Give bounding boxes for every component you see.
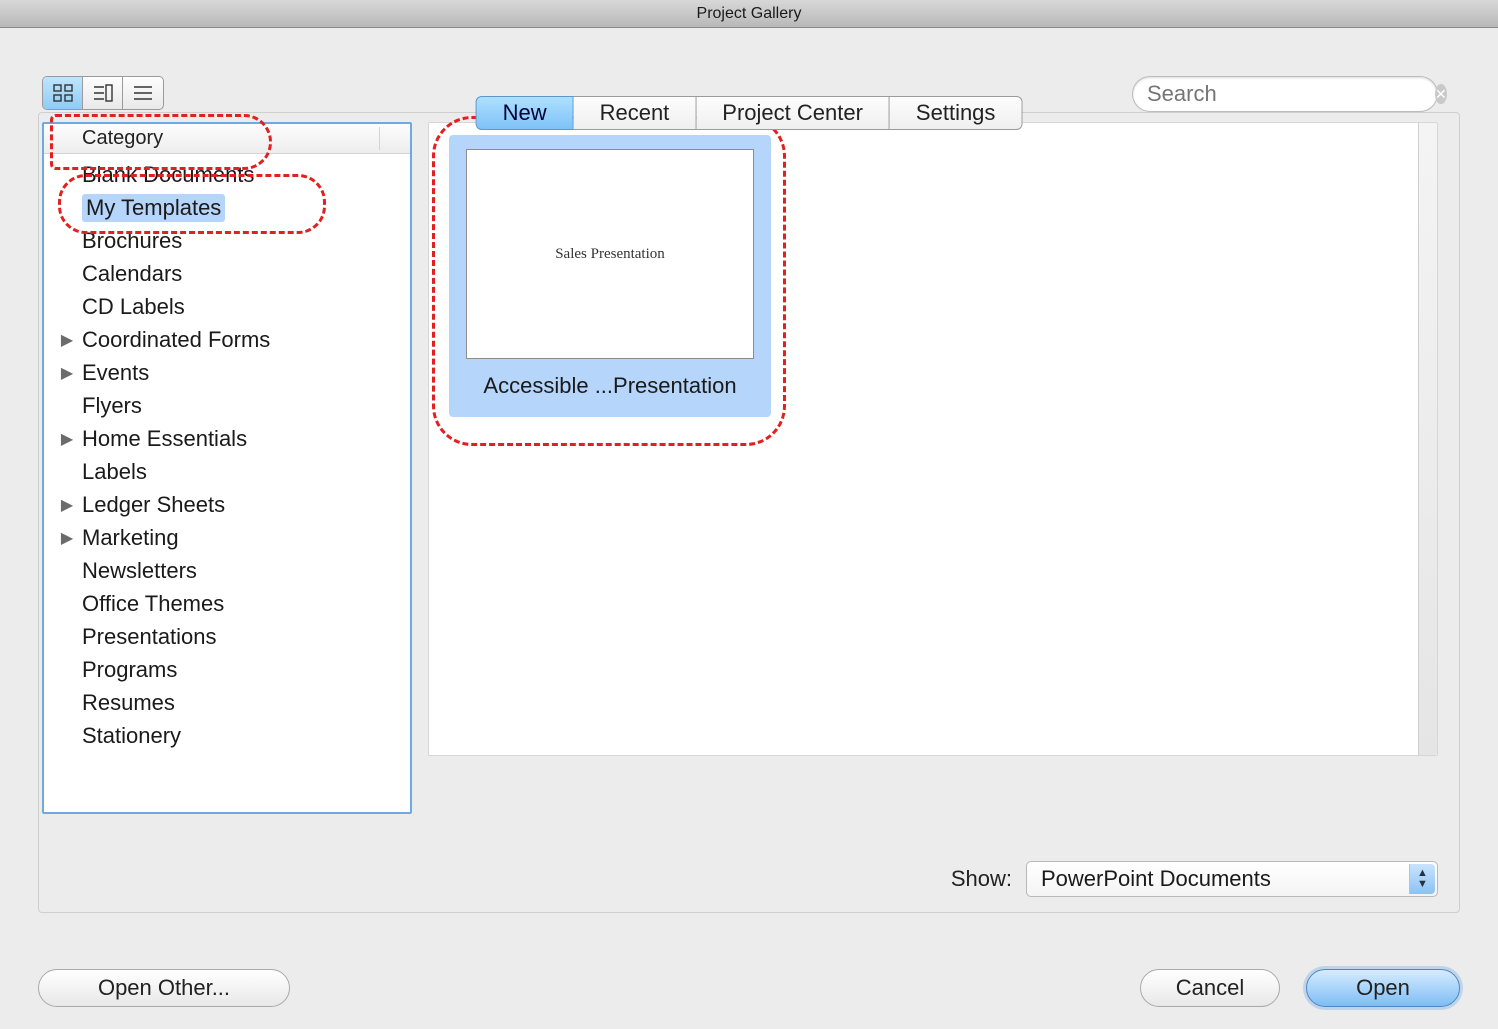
category-item[interactable]: My Templates [44, 191, 410, 224]
disclosure-triangle-icon[interactable]: ▶ [58, 330, 76, 350]
category-item-label: Labels [82, 459, 147, 485]
button-label: Cancel [1176, 975, 1244, 1001]
view-mode-toggle [42, 76, 164, 110]
tab-label: Project Center [722, 100, 863, 125]
category-list: Category Blank Documents My Templates Broc… [42, 122, 412, 814]
view-columns-button[interactable] [83, 77, 123, 109]
tab-recent[interactable]: Recent [574, 96, 697, 130]
tab-new[interactable]: New [476, 96, 574, 130]
category-item-label: Flyers [82, 393, 142, 419]
disclosure-triangle-icon[interactable]: ▶ [58, 495, 76, 515]
template-item[interactable]: Sales Presentation Accessible ...Present… [449, 135, 771, 417]
category-item-label: Resumes [82, 690, 175, 716]
disclosure-triangle-icon[interactable]: ▶ [58, 429, 76, 449]
window-titlebar: Project Gallery [0, 0, 1498, 28]
cancel-button[interactable]: Cancel [1140, 969, 1280, 1007]
category-item[interactable]: Newsletters [44, 554, 410, 587]
category-item[interactable]: Stationery [44, 719, 410, 752]
disclosure-triangle-icon[interactable]: ▶ [58, 363, 76, 383]
dropdown-stepper-icon: ▲▼ [1409, 864, 1435, 894]
template-label: Accessible ...Presentation [483, 373, 736, 399]
template-grid: Sales Presentation Accessible ...Present… [428, 122, 1438, 756]
button-label: Open [1356, 975, 1410, 1001]
window-title: Project Gallery [697, 5, 802, 22]
category-list-header: Category [44, 124, 410, 154]
clear-search-icon[interactable]: ✕ [1435, 84, 1447, 104]
tab-bar: New Recent Project Center Settings [476, 96, 1023, 130]
category-items-container: Blank Documents My Templates Brochures Cale… [44, 154, 410, 756]
tab-settings[interactable]: Settings [890, 96, 1023, 130]
view-icons-button[interactable] [43, 77, 83, 109]
category-item-label: Office Themes [82, 591, 224, 617]
category-item[interactable]: ▶ Home Essentials [44, 422, 410, 455]
category-item[interactable]: Presentations [44, 620, 410, 653]
category-item-label: My Templates [82, 194, 225, 222]
category-item-label: Events [82, 360, 149, 386]
template-preview: Sales Presentation [466, 149, 754, 359]
dialog-body: New Recent Project Center Settings ✕ Cat… [0, 28, 1498, 1029]
grid-icon [53, 84, 73, 102]
open-button[interactable]: Open [1306, 969, 1460, 1007]
filter-row: Show: PowerPoint Documents ▲▼ [951, 861, 1438, 897]
category-item[interactable]: Brochures [44, 224, 410, 257]
category-item-label: Newsletters [82, 558, 197, 584]
category-item[interactable]: Labels [44, 455, 410, 488]
list-icon [133, 84, 153, 102]
category-item-label: Calendars [82, 261, 182, 287]
category-item-label: Blank Documents [82, 162, 254, 188]
filter-selected-value: PowerPoint Documents [1041, 866, 1271, 892]
category-item-label: Ledger Sheets [82, 492, 225, 518]
button-label: Open Other... [98, 975, 230, 1001]
category-item[interactable]: Resumes [44, 686, 410, 719]
disclosure-triangle-icon[interactable]: ▶ [58, 528, 76, 548]
columns-icon [93, 84, 113, 102]
category-item[interactable]: Programs [44, 653, 410, 686]
category-item[interactable]: ▶ Coordinated Forms [44, 323, 410, 356]
view-list-button[interactable] [123, 77, 163, 109]
template-preview-text: Sales Presentation [555, 246, 665, 263]
category-item[interactable]: Calendars [44, 257, 410, 290]
category-item[interactable]: ▶ Events [44, 356, 410, 389]
tab-label: New [503, 100, 547, 125]
category-item[interactable]: ▶ Marketing [44, 521, 410, 554]
dialog-footer: Open Other... Cancel Open [38, 969, 1460, 1007]
tab-label: Settings [916, 100, 996, 125]
category-item-label: CD Labels [82, 294, 185, 320]
filter-label: Show: [951, 866, 1012, 892]
open-other-button[interactable]: Open Other... [38, 969, 290, 1007]
category-item-label: Marketing [82, 525, 179, 551]
category-item-label: Presentations [82, 624, 217, 650]
category-item-label: Brochures [82, 228, 182, 254]
search-field[interactable]: ✕ [1132, 76, 1438, 112]
category-item[interactable]: CD Labels [44, 290, 410, 323]
category-header-label[interactable]: Category [44, 127, 380, 150]
tab-label: Recent [600, 100, 670, 125]
tab-project-center[interactable]: Project Center [696, 96, 890, 130]
filter-dropdown[interactable]: PowerPoint Documents ▲▼ [1026, 861, 1438, 897]
category-item-label: Coordinated Forms [82, 327, 270, 353]
category-item[interactable]: Office Themes [44, 587, 410, 620]
category-item-label: Stationery [82, 723, 181, 749]
category-item-label: Programs [82, 657, 177, 683]
category-item[interactable]: Flyers [44, 389, 410, 422]
category-item-label: Home Essentials [82, 426, 247, 452]
search-input[interactable] [1147, 81, 1435, 107]
category-item[interactable]: ▶ Ledger Sheets [44, 488, 410, 521]
category-item[interactable]: Blank Documents [44, 158, 410, 191]
